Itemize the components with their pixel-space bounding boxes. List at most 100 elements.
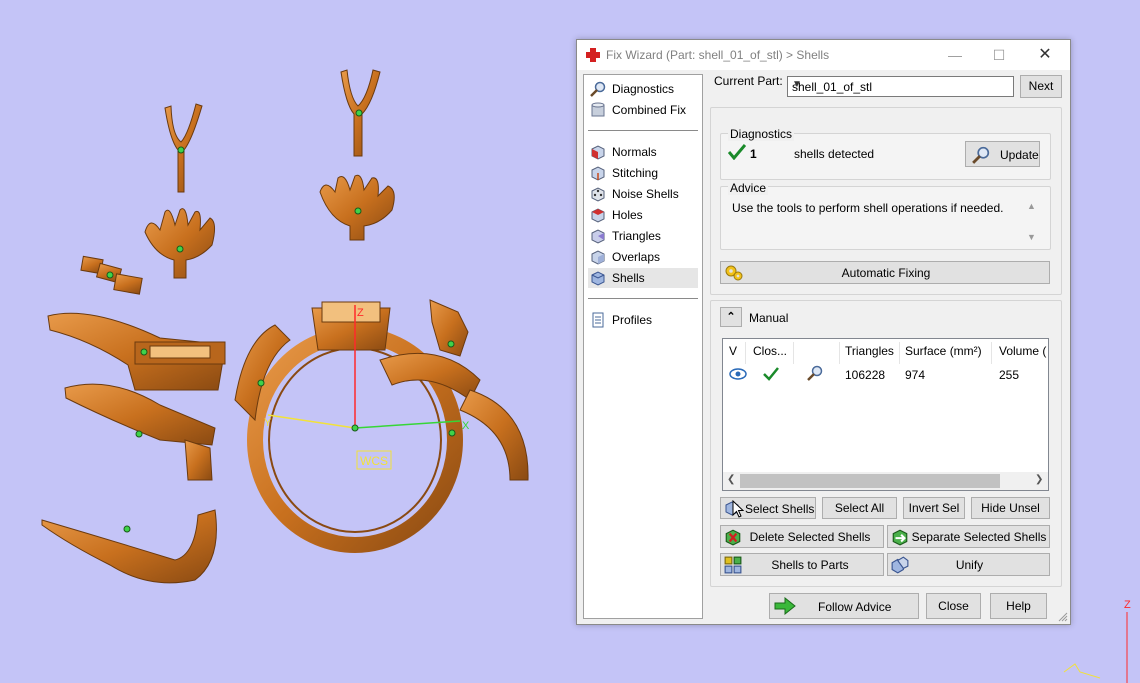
invert-sel-button[interactable]: Invert Sel <box>903 497 965 519</box>
scroll-left-icon[interactable]: ❮ <box>727 474 735 485</box>
next-button[interactable]: Next <box>1020 75 1062 98</box>
shells-to-parts-label: Shells to Parts <box>771 558 849 572</box>
corner-z-label: Z <box>1124 599 1131 611</box>
magnifier-icon <box>972 146 990 164</box>
follow-advice-button[interactable]: Follow Advice <box>769 593 919 619</box>
check-icon <box>728 144 746 160</box>
advice-text: Use the tools to perform shell operation… <box>732 201 1004 215</box>
nav-item-shells[interactable]: Shells <box>588 268 698 288</box>
wizard-navigation: Diagnostics Combined Fix Normals Stitchi… <box>583 74 703 619</box>
select-shells-label: Select Shells <box>745 502 815 516</box>
scrollbar-thumb[interactable] <box>740 474 1000 488</box>
shell-count: 1 <box>750 147 757 161</box>
holes-cube-icon <box>591 208 605 223</box>
axis-x-label: X <box>462 420 470 432</box>
normals-cube-icon <box>591 145 605 160</box>
help-button[interactable]: Help <box>990 593 1047 619</box>
cylinder-icon <box>591 102 605 117</box>
minimize-button[interactable]: — <box>935 44 975 66</box>
axis-y-label: Y <box>264 417 272 429</box>
magnifier-icon <box>590 81 606 97</box>
column-header-surface[interactable]: Surface (mm²) <box>905 344 982 358</box>
nav-item-diagnostics[interactable]: Diagnostics <box>588 79 698 99</box>
delete-selected-shells-button[interactable]: Delete Selected Shells <box>720 525 884 548</box>
close-button[interactable]: Close <box>926 593 981 619</box>
claw-setting-part[interactable] <box>144 208 216 279</box>
nav-item-stitching[interactable]: Stitching <box>588 163 698 183</box>
collapse-manual-button[interactable]: ⌃ <box>720 307 742 327</box>
update-button[interactable]: Update <box>965 141 1040 167</box>
nav-label: Shells <box>612 271 645 285</box>
arrow-right-icon <box>774 597 796 615</box>
nav-item-holes[interactable]: Holes <box>588 205 698 225</box>
stitching-cube-icon <box>591 166 605 181</box>
unify-label: Unify <box>955 558 984 572</box>
overlaps-cube-icon <box>591 250 605 265</box>
mouse-cursor-icon <box>732 500 744 518</box>
column-header-closed[interactable]: Clos... <box>753 344 787 358</box>
current-part-select[interactable]: shell_01_of_stl ▼ <box>787 76 1014 97</box>
column-header-triangles[interactable]: Triangles <box>845 344 894 358</box>
shank-part[interactable] <box>47 312 226 391</box>
nav-label: Holes <box>612 208 643 222</box>
nav-item-noise-shells[interactable]: Noise Shells <box>588 184 698 204</box>
manual-title: Manual <box>749 311 789 325</box>
column-header-v[interactable]: V <box>729 344 737 358</box>
shells-cube-icon <box>591 271 605 286</box>
nav-label: Normals <box>612 145 657 159</box>
select-all-button[interactable]: Select All <box>822 497 897 519</box>
scroll-up-icon[interactable]: ▲ <box>1027 201 1036 211</box>
wcs-label: WCS <box>360 454 388 468</box>
shells-table: V Clos... Triangles Surface (mm²) Volume… <box>722 338 1049 491</box>
check-icon <box>763 367 779 381</box>
app-cross-icon <box>586 48 600 62</box>
fix-wizard-dialog: Fix Wizard (Part: shell_01_of_stl) > She… <box>576 39 1071 625</box>
nav-item-overlaps[interactable]: Overlaps <box>588 247 698 267</box>
separate-selected-shells-button[interactable]: Separate Selected Shells <box>887 525 1050 548</box>
column-header-volume[interactable]: Volume ( <box>999 344 1046 358</box>
close-window-button[interactable]: ✕ <box>1025 44 1065 66</box>
resize-grip-icon[interactable] <box>1058 612 1068 622</box>
document-icon <box>592 312 604 328</box>
nav-label: Profiles <box>612 313 653 327</box>
surface-cell: 974 <box>905 368 926 382</box>
noise-dice-icon <box>591 187 605 202</box>
current-part-label: Current Part: <box>714 74 783 88</box>
title-bar[interactable]: Fix Wizard (Part: shell_01_of_stl) > She… <box>577 40 1070 70</box>
advice-title: Advice <box>728 181 769 195</box>
unify-button[interactable]: Unify <box>887 553 1050 576</box>
chevron-down-icon: ▼ <box>792 79 802 90</box>
nav-label: Combined Fix <box>612 103 687 117</box>
follow-advice-label: Follow Advice <box>818 600 892 614</box>
nav-label: Triangles <box>612 229 661 243</box>
automatic-fixing-button[interactable]: Automatic Fixing <box>720 261 1050 284</box>
automatic-fixing-label: Automatic Fixing <box>841 266 931 280</box>
shells-detected-text: shells detected <box>794 147 875 161</box>
nav-item-normals[interactable]: Normals <box>588 142 698 162</box>
hide-unsel-button[interactable]: Hide Unsel <box>971 497 1050 519</box>
window-title: Fix Wizard (Part: shell_01_of_stl) > She… <box>606 48 830 62</box>
advice-box <box>720 186 1051 250</box>
nav-label: Stitching <box>612 166 659 180</box>
diagnostics-title: Diagnostics <box>728 127 795 141</box>
delete-selected-shells-label: Delete Selected Shells <box>749 530 871 544</box>
axis-z-label: Z <box>357 307 364 319</box>
band-part[interactable] <box>41 509 217 584</box>
eye-icon[interactable] <box>729 367 747 381</box>
part-center-markers <box>106 109 456 533</box>
nav-item-profiles[interactable]: Profiles <box>588 310 698 330</box>
nav-item-combined-fix[interactable]: Combined Fix <box>588 100 698 120</box>
horizontal-scrollbar[interactable]: ❮ ❯ <box>723 472 1048 490</box>
maximize-button[interactable]: ☐ <box>979 44 1019 66</box>
shells-to-parts-button[interactable]: Shells to Parts <box>720 553 884 576</box>
volume-cell: 255 <box>999 368 1020 382</box>
nav-label: Overlaps <box>612 250 661 264</box>
magnifier-icon[interactable] <box>807 365 823 381</box>
update-label: Update <box>1000 148 1039 162</box>
triangles-cell: 106228 <box>845 368 886 382</box>
scroll-right-icon[interactable]: ❯ <box>1035 474 1043 485</box>
nav-label: Noise Shells <box>612 187 679 201</box>
separate-selected-shells-label: Separate Selected Shells <box>911 530 1047 544</box>
nav-item-triangles[interactable]: Triangles <box>588 226 698 246</box>
scroll-down-icon[interactable]: ▼ <box>1027 232 1036 242</box>
